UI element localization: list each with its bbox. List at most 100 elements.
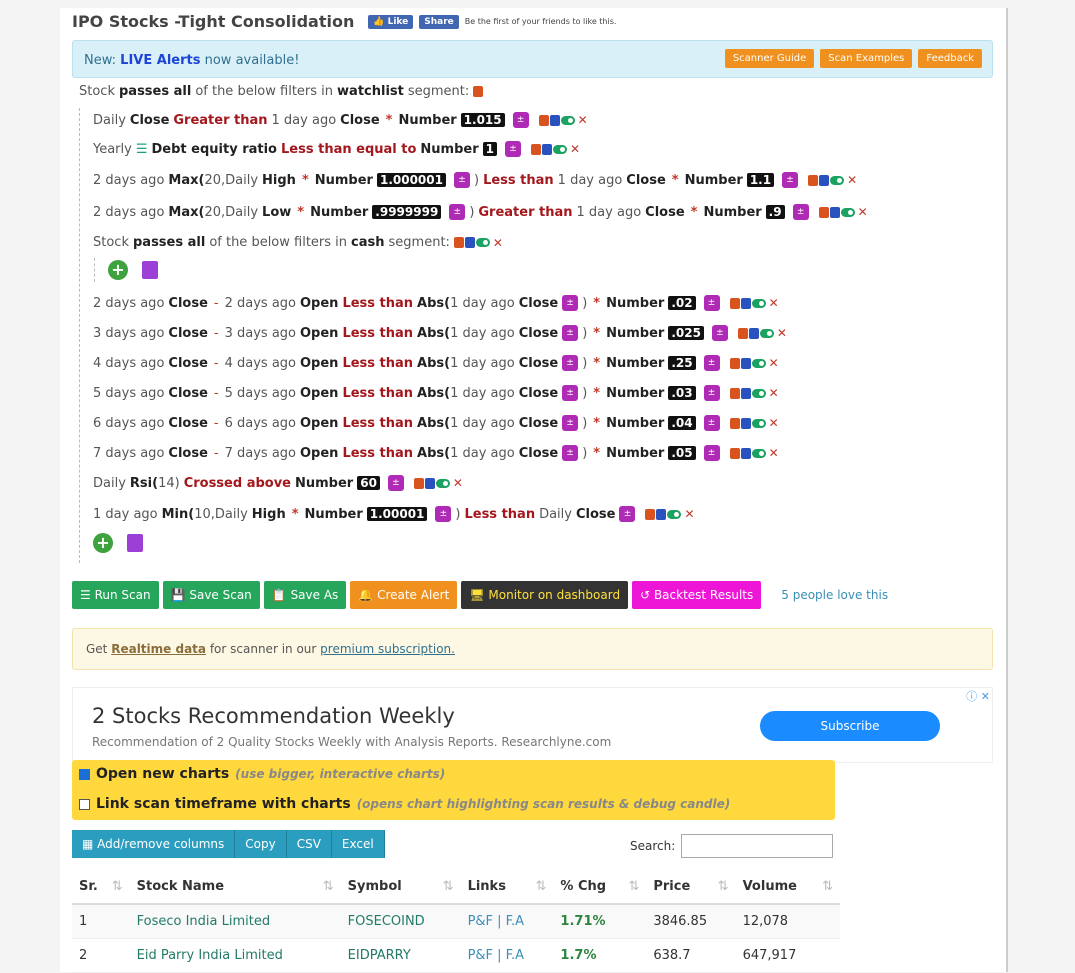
column-header[interactable]: % Chg ⇅ <box>553 870 647 905</box>
calculator-icon[interactable]: ± <box>562 445 579 461</box>
calculator-icon[interactable]: ± <box>703 385 720 401</box>
copy-icon[interactable] <box>729 357 740 369</box>
calculator-icon[interactable]: ± <box>562 355 579 371</box>
symbol-link[interactable]: FOSECOIND <box>340 904 461 939</box>
number-value[interactable]: .9 <box>765 205 785 219</box>
column-header[interactable]: Volume ⇅ <box>735 870 840 905</box>
fb-like-button[interactable]: 👍 Like <box>368 14 414 29</box>
number-value[interactable]: .25 <box>668 356 696 370</box>
scan-examples-button[interactable]: Scan Examples <box>820 49 913 68</box>
delete-icon[interactable]: ✕ <box>769 356 779 370</box>
calculator-icon[interactable]: ± <box>792 204 809 220</box>
link-timeframe-option[interactable]: Link scan timeframe with charts (opens c… <box>79 796 730 812</box>
duplicate-icon[interactable] <box>740 447 751 459</box>
sort-icon[interactable]: ⇅ <box>628 879 639 894</box>
copy-icon[interactable] <box>737 327 748 339</box>
ad-close-icon[interactable]: ⓘ ✕ <box>966 688 990 704</box>
toggle-icon[interactable] <box>751 448 766 458</box>
paste-icon[interactable] <box>142 261 158 279</box>
toggle-icon[interactable] <box>560 115 575 125</box>
delete-icon[interactable]: ✕ <box>769 446 779 460</box>
duplicate-icon[interactable] <box>549 114 560 126</box>
number-value[interactable]: .03 <box>668 386 696 400</box>
stock-name-link[interactable]: Foseco India Limited <box>129 904 341 939</box>
realtime-data-link[interactable]: Realtime data <box>111 642 206 656</box>
calculator-icon[interactable]: ± <box>449 204 466 220</box>
calculator-icon[interactable]: ± <box>562 295 579 311</box>
scanner-guide-button[interactable]: Scanner Guide <box>724 49 815 68</box>
calculator-icon[interactable]: ± <box>453 172 470 188</box>
calculator-icon[interactable]: ± <box>562 415 579 431</box>
toggle-icon[interactable] <box>475 238 490 247</box>
duplicate-icon[interactable] <box>748 327 759 339</box>
copy-icon[interactable] <box>818 206 829 218</box>
column-header[interactable]: Price ⇅ <box>646 870 736 905</box>
calculator-icon[interactable]: ± <box>703 415 720 431</box>
segment-select[interactable]: watchlist <box>337 84 404 99</box>
symbol-link[interactable]: EIDPARRY <box>340 938 461 973</box>
calculator-icon[interactable]: ± <box>703 295 720 311</box>
toggle-icon[interactable] <box>552 144 567 154</box>
toggle-icon[interactable] <box>667 509 682 519</box>
monitor-dashboard-button[interactable]: 🖥 Monitor on dashboard <box>461 581 629 609</box>
copy-button[interactable]: Copy <box>235 830 287 858</box>
paste-icon[interactable] <box>127 534 143 552</box>
copy-icon[interactable] <box>808 174 819 186</box>
number-value[interactable]: 60 <box>357 476 380 490</box>
calculator-icon[interactable]: ± <box>512 112 529 128</box>
copy-icon[interactable] <box>729 417 740 429</box>
column-header[interactable]: Links ⇅ <box>460 870 554 905</box>
ad-subscribe-button[interactable]: Subscribe <box>760 711 940 741</box>
segment-select[interactable]: cash <box>351 235 384 250</box>
copy-icon[interactable] <box>473 86 484 97</box>
delete-icon[interactable]: ✕ <box>769 416 779 430</box>
copy-icon[interactable] <box>453 237 464 248</box>
create-alert-button[interactable]: 🔔 Create Alert <box>350 581 458 609</box>
toggle-icon[interactable] <box>751 298 766 308</box>
feedback-button[interactable]: Feedback <box>918 49 982 68</box>
calculator-icon[interactable]: ± <box>562 325 579 341</box>
copy-icon[interactable] <box>729 447 740 459</box>
sort-icon[interactable]: ⇅ <box>112 879 123 894</box>
duplicate-icon[interactable] <box>464 237 475 248</box>
fb-share-button[interactable]: Share <box>419 14 459 29</box>
run-scan-button[interactable]: ☰ Run Scan <box>72 581 159 609</box>
toggle-icon[interactable] <box>759 328 774 338</box>
sort-icon[interactable]: ⇅ <box>822 879 833 894</box>
calculator-icon[interactable]: ± <box>703 445 720 461</box>
toggle-icon[interactable] <box>751 418 766 428</box>
calculator-icon[interactable]: ± <box>562 385 579 401</box>
love-count[interactable]: 5 people love this <box>781 588 888 602</box>
number-value[interactable]: 1.00001 <box>366 507 428 521</box>
add-remove-columns-button[interactable]: ▦ Add/remove columns <box>72 830 236 858</box>
delete-icon[interactable]: ✕ <box>847 173 857 187</box>
calculator-icon[interactable]: ± <box>435 506 452 522</box>
toggle-icon[interactable] <box>830 175 845 185</box>
save-scan-button[interactable]: 💾 Save Scan <box>162 581 260 609</box>
delete-icon[interactable]: ✕ <box>858 205 868 219</box>
column-header[interactable]: Stock Name ⇅ <box>129 870 341 905</box>
sort-icon[interactable]: ⇅ <box>536 879 547 894</box>
premium-subscription-link[interactable]: premium subscription. <box>320 642 455 656</box>
duplicate-icon[interactable] <box>740 417 751 429</box>
sort-icon[interactable]: ⇅ <box>718 879 729 894</box>
toggle-icon[interactable] <box>435 478 450 488</box>
delete-icon[interactable]: ✕ <box>453 476 463 490</box>
excel-button[interactable]: Excel <box>331 830 385 858</box>
duplicate-icon[interactable] <box>424 477 435 489</box>
chart-links[interactable]: P&F | F.A <box>460 938 554 973</box>
sort-icon[interactable]: ⇅ <box>323 879 334 894</box>
stock-name-link[interactable]: Eid Parry India Limited <box>129 938 341 973</box>
copy-icon[interactable] <box>530 143 541 155</box>
save-as-button[interactable]: 📋 Save As <box>263 581 347 609</box>
calculator-icon[interactable]: ± <box>703 355 720 371</box>
delete-icon[interactable]: ✕ <box>570 142 580 156</box>
column-header[interactable]: Sr. ⇅ <box>72 870 130 905</box>
toggle-icon[interactable] <box>751 358 766 368</box>
sort-icon[interactable]: ⇅ <box>443 879 454 894</box>
live-alerts-link[interactable]: LIVE Alerts <box>120 53 200 68</box>
calculator-icon[interactable]: ± <box>619 506 636 522</box>
number-value[interactable]: .025 <box>668 326 704 340</box>
link-timeframe-checkbox[interactable] <box>79 798 90 810</box>
delete-icon[interactable]: ✕ <box>769 296 779 310</box>
